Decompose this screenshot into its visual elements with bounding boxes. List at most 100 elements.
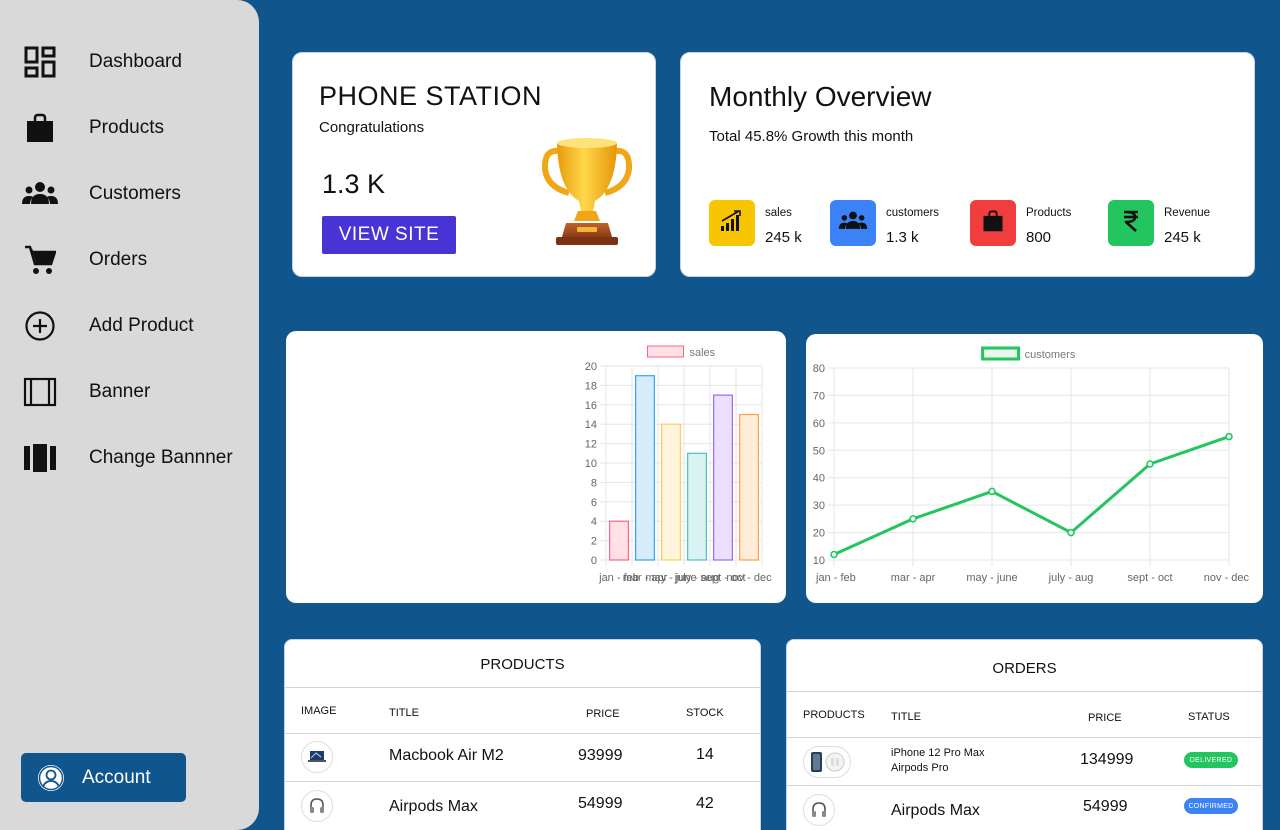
customers-line-chart: customers 10 20 30 40 50 60 70 80 jan - feb mar - … <box>813 346 1249 584</box>
y-tick-label: 16 <box>585 400 597 412</box>
stat-value: 800 <box>1026 229 1052 246</box>
users-icon <box>838 210 868 237</box>
divider <box>285 781 760 782</box>
order-title-line1: iPhone 12 Pro Max <box>891 747 985 759</box>
store-title: PHONE STATION <box>319 81 543 111</box>
banner-icon <box>22 374 58 410</box>
data-point <box>1146 460 1154 468</box>
view-site-button[interactable]: VIEW SITE <box>322 216 456 254</box>
y-tick-label: 8 <box>591 477 597 489</box>
y-tick-label: 20 <box>813 528 825 540</box>
y-tick-label: 30 <box>813 500 825 512</box>
order-title-line2: Airpods Pro <box>891 762 949 774</box>
rupee-icon <box>1122 210 1140 237</box>
sidebar-item-banner[interactable]: Banner <box>0 366 259 418</box>
status-badge: DELIVERED <box>1184 752 1238 768</box>
sidebar-item-label: Orders <box>89 249 148 270</box>
status-badge: CONFIRMED <box>1184 798 1238 814</box>
bar <box>739 413 759 561</box>
y-tick-label: 14 <box>585 419 597 431</box>
stat-label: sales <box>765 207 792 219</box>
order-title: Airpods Max <box>891 802 980 819</box>
y-tick-label: 0 <box>591 555 597 567</box>
sidebar-item-label: Change Bannner <box>89 447 233 468</box>
column-header: PRICE <box>586 708 620 720</box>
y-tick-label: 20 <box>585 361 597 373</box>
sales-chart-card: sales 0 2 4 6 8 10 12 14 16 18 20 jan - feb mar - apr… <box>286 331 786 603</box>
x-tick-label: mar - apr <box>891 572 936 584</box>
account-button[interactable]: Account <box>21 753 186 802</box>
y-tick-label: 40 <box>813 473 825 485</box>
product-price: 54999 <box>578 795 623 812</box>
products-table-title: PRODUCTS <box>480 656 565 673</box>
x-tick-label: jan - feb <box>815 572 856 584</box>
dashboard-icon <box>22 44 58 80</box>
column-header: TITLE <box>891 711 921 723</box>
column-header: STATUS <box>1188 711 1230 723</box>
legend-label: customers <box>1025 349 1076 361</box>
plus-circle-icon <box>22 308 58 344</box>
overview-title: Monthly Overview <box>709 81 932 112</box>
divider <box>787 785 1262 786</box>
y-tick-label: 70 <box>813 390 825 402</box>
product-stock: 14 <box>696 746 714 763</box>
x-tick-label: nov - dec <box>726 572 772 584</box>
column-header: STOCK <box>686 707 724 719</box>
laptop-icon <box>301 741 333 773</box>
sidebar-item-change-banner[interactable]: Change Bannner <box>0 432 259 484</box>
y-tick-label: 12 <box>585 439 597 451</box>
products-table: PRODUCTS IMAGE TITLE PRICE STOCK Macbook… <box>284 639 761 830</box>
monthly-overview-card: Monthly Overview Total 45.8% Growth this… <box>680 52 1255 277</box>
orders-table: ORDERS PRODUCTS TITLE PRICE STATUS iPhon… <box>786 639 1263 830</box>
series-line <box>833 435 1230 556</box>
welcome-subtitle: Congratulations <box>319 119 425 136</box>
bar <box>713 394 733 561</box>
y-tick-label: 80 <box>813 363 825 375</box>
sidebar: Dashboard Products Customers Orders Add … <box>0 0 259 830</box>
y-tick-label: 18 <box>585 380 597 392</box>
sales-bar-chart: sales02468101214161820jan - febmar - apr… <box>585 345 772 584</box>
column-header: PRICE <box>1088 712 1122 724</box>
stat-value: 245 k <box>765 229 802 246</box>
bag-icon <box>982 210 1004 237</box>
sidebar-item-dashboard[interactable]: Dashboard <box>0 36 259 88</box>
divider <box>787 691 1262 692</box>
y-tick-label: 50 <box>813 445 825 457</box>
sidebar-item-label: Banner <box>89 381 151 402</box>
stat-icon-box <box>1108 200 1154 246</box>
bar <box>635 375 655 561</box>
column-header: PRODUCTS <box>803 709 865 721</box>
x-tick-label: sept - oct <box>1127 572 1172 584</box>
sidebar-item-customers[interactable]: Customers <box>0 168 259 220</box>
data-point <box>1067 528 1075 537</box>
users-icon <box>22 176 58 212</box>
sidebar-item-label: Dashboard <box>89 51 182 72</box>
sidebar-item-orders[interactable]: Orders <box>0 234 259 286</box>
account-label: Account <box>82 766 151 788</box>
bar <box>687 452 707 561</box>
data-point <box>988 487 996 496</box>
stat-label: customers <box>886 207 940 219</box>
y-tick-label: 10 <box>585 458 597 470</box>
welcome-value: 1.3 K <box>322 169 386 199</box>
stat-label: Products <box>1026 207 1072 219</box>
sidebar-item-products[interactable]: Products <box>0 102 259 154</box>
welcome-card: PHONE STATION Congratulations 1.3 K VIEW… <box>292 52 656 277</box>
stat-label: Revenue <box>1164 207 1211 219</box>
user-icon <box>37 764 65 792</box>
change-banner-icon <box>22 440 58 476</box>
bar <box>609 520 629 561</box>
divider <box>787 737 1262 738</box>
divider <box>285 687 760 688</box>
y-tick-label: 6 <box>591 497 597 509</box>
sidebar-item-add-product[interactable]: Add Product <box>0 300 259 352</box>
legend-label: sales <box>690 347 716 359</box>
trophy-icon <box>541 137 633 254</box>
stat-icon-box <box>830 200 876 246</box>
orders-table-title: ORDERS <box>992 660 1057 677</box>
data-point <box>1225 432 1233 441</box>
stat-icon-box <box>970 200 1016 246</box>
legend-swatch <box>647 345 684 358</box>
y-tick-label: 10 <box>813 555 825 567</box>
product-price: 93999 <box>578 747 623 764</box>
